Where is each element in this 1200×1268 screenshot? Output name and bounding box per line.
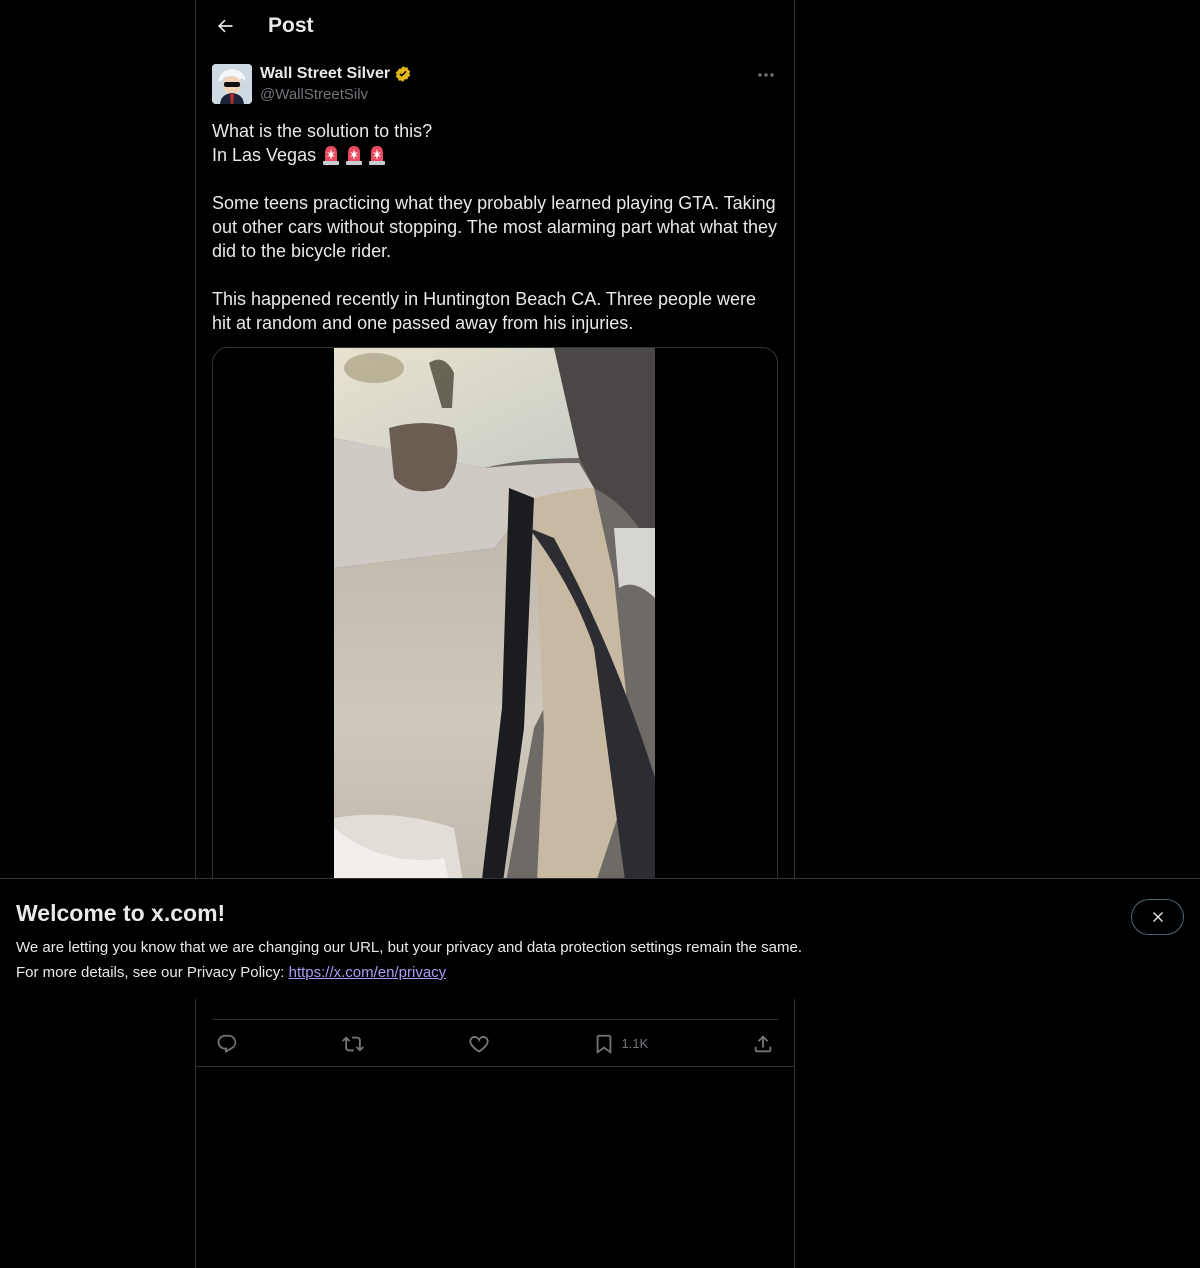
author-handle[interactable]: @WallStreetSilv xyxy=(260,86,412,103)
author-name-row[interactable]: Wall Street Silver xyxy=(260,65,412,83)
action-bar: 1.1K xyxy=(212,1019,778,1067)
verified-badge-icon xyxy=(396,66,411,82)
video-frame[interactable] xyxy=(334,348,655,946)
more-options-button[interactable] xyxy=(754,64,778,86)
privacy-policy-link[interactable]: https://x.com/en/privacy xyxy=(289,964,447,981)
bookmark-icon xyxy=(597,1034,612,1054)
post-text: What is the solution to this? In Las Veg… xyxy=(212,119,778,335)
like-button[interactable] xyxy=(468,1033,490,1055)
video-media[interactable] xyxy=(212,347,778,947)
reply-icon xyxy=(217,1034,237,1053)
top-bar: Post xyxy=(196,0,794,53)
post-text-line1: What is the solution to this? xyxy=(212,121,433,141)
bookmark-button[interactable]: 1.1K xyxy=(593,1033,648,1055)
back-button[interactable] xyxy=(208,9,242,43)
repost-icon xyxy=(341,1036,364,1051)
avatar-image xyxy=(212,64,252,104)
siren-emoji-icon xyxy=(369,146,386,165)
banner-line2-prefix: For more details, see our Privacy Policy… xyxy=(16,964,285,981)
post-text-line2: In Las Vegas xyxy=(212,143,778,167)
page-title: Post xyxy=(268,14,314,37)
author-info: Wall Street Silver @WallStreetSilv xyxy=(260,65,412,103)
more-horizontal-icon xyxy=(758,73,774,77)
siren-emoji-icon xyxy=(323,146,340,165)
welcome-banner: Welcome to x.com! We are letting you kno… xyxy=(0,878,1200,999)
post-text-paragraph3: This happened recently in Huntington Bea… xyxy=(212,289,757,333)
avatar[interactable] xyxy=(212,64,252,104)
banner-line1: We are letting you know that we are chan… xyxy=(16,939,802,956)
main-column: Post Wall Street Silver @WallStreetSilv xyxy=(195,0,795,1268)
close-banner-button[interactable] xyxy=(1131,899,1184,935)
repost-button[interactable] xyxy=(341,1033,364,1055)
banner-line2: For more details, see our Privacy Policy… xyxy=(16,960,802,985)
author-name: Wall Street Silver xyxy=(260,65,391,82)
post-text-location: In Las Vegas xyxy=(212,145,317,165)
reply-button[interactable] xyxy=(216,1033,238,1055)
post-divider xyxy=(196,1066,794,1067)
bookmark-count: 1.1K xyxy=(621,1036,649,1051)
arrow-left-icon xyxy=(217,19,233,33)
video-thumbnail xyxy=(334,348,655,946)
siren-emoji-icon xyxy=(346,146,363,165)
share-icon xyxy=(754,1034,772,1052)
close-icon xyxy=(1152,912,1163,922)
heart-icon xyxy=(469,1035,489,1052)
share-button[interactable] xyxy=(752,1033,774,1055)
post-text-paragraph2: Some teens practicing what they probably… xyxy=(212,193,777,261)
banner-title: Welcome to x.com! xyxy=(16,900,226,926)
banner-body: We are letting you know that we are chan… xyxy=(16,935,802,985)
